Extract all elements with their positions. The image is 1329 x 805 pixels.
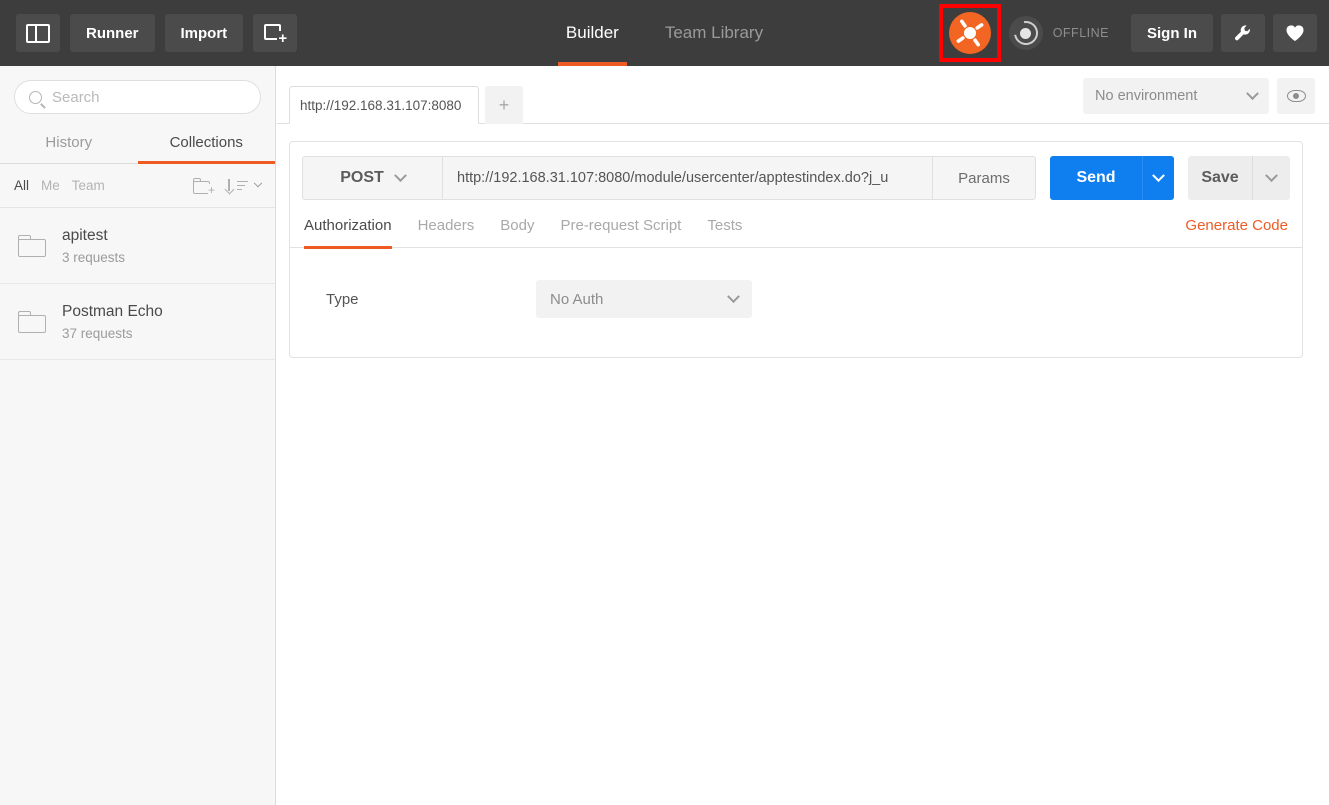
heart-button[interactable] bbox=[1273, 14, 1317, 52]
send-options-button[interactable] bbox=[1142, 156, 1174, 200]
send-button-group: Send bbox=[1050, 156, 1174, 200]
auth-type-value: No Auth bbox=[550, 290, 604, 308]
tab-builder[interactable]: Builder bbox=[557, 0, 627, 66]
sort-icon[interactable] bbox=[225, 178, 263, 193]
request-sub-tabs: Authorization Headers Body Pre-request S… bbox=[290, 204, 1302, 249]
tab-tests[interactable]: Tests bbox=[707, 204, 742, 248]
sidepanel-icon bbox=[26, 23, 50, 43]
save-button-group: Save bbox=[1188, 156, 1290, 200]
chevron-down-icon bbox=[1246, 86, 1259, 100]
collection-request-count: 3 requests bbox=[62, 249, 126, 265]
params-button[interactable]: Params bbox=[932, 156, 1036, 200]
environment-select[interactable]: No environment bbox=[1083, 78, 1269, 114]
request-url-input[interactable]: http://192.168.31.107:8080/module/userce… bbox=[442, 156, 932, 200]
tab-body[interactable]: Body bbox=[500, 204, 534, 248]
postman-logo-icon bbox=[948, 12, 991, 54]
chevron-down-icon bbox=[1265, 168, 1278, 182]
environment-quick-look-button[interactable] bbox=[1277, 78, 1315, 114]
tab-headers[interactable]: Headers bbox=[418, 204, 475, 248]
list-item[interactable]: apitest 3 requests bbox=[0, 208, 275, 284]
tab-pre-request-script[interactable]: Pre-request Script bbox=[560, 204, 681, 248]
auth-type-label: Type bbox=[326, 290, 359, 308]
wrench-icon bbox=[1235, 25, 1250, 41]
eye-icon bbox=[1286, 90, 1306, 102]
chevron-down-icon bbox=[727, 289, 740, 303]
filter-team[interactable]: Team bbox=[72, 178, 105, 193]
sidebar-tab-history[interactable]: History bbox=[0, 122, 138, 163]
top-bar-right-group: OFFLINE Sign In bbox=[938, 0, 1317, 66]
auth-type-select[interactable]: No Auth bbox=[536, 280, 752, 318]
collection-name: Postman Echo bbox=[62, 302, 163, 320]
tab-team-library[interactable]: Team Library bbox=[657, 0, 771, 66]
main-content: http://192.168.31.107:8080 + No environm… bbox=[277, 66, 1329, 805]
folder-icon bbox=[18, 310, 46, 333]
http-method-select[interactable]: POST bbox=[302, 156, 442, 200]
heart-icon bbox=[1286, 25, 1304, 41]
sidepanel-toggle-button[interactable] bbox=[16, 14, 60, 52]
collection-request-count: 37 requests bbox=[62, 325, 133, 341]
search-placeholder: Search bbox=[52, 88, 100, 106]
chevron-down-icon bbox=[1152, 168, 1165, 182]
send-button[interactable]: Send bbox=[1050, 156, 1142, 200]
collection-info: apitest 3 requests bbox=[62, 227, 125, 265]
request-panel: POST http://192.168.31.107:8080/module/u… bbox=[289, 141, 1303, 358]
sidebar-tab-collections[interactable]: Collections bbox=[137, 122, 276, 164]
sidebar: Search History Collections All Me Team +… bbox=[0, 66, 276, 805]
chevron-down-icon bbox=[393, 168, 407, 182]
status-badge: OFFLINE bbox=[1052, 26, 1109, 40]
new-folder-icon[interactable]: + bbox=[193, 177, 215, 196]
search-row: Search bbox=[0, 66, 275, 122]
add-request-tab-button[interactable]: + bbox=[485, 86, 523, 124]
filter-all[interactable]: All bbox=[14, 178, 29, 193]
top-bar-left-group: Runner Import + bbox=[0, 14, 298, 52]
sync-offline-icon[interactable] bbox=[1008, 16, 1043, 50]
import-button[interactable]: Import bbox=[164, 14, 244, 52]
tab-authorization[interactable]: Authorization bbox=[304, 204, 392, 249]
collection-name: apitest bbox=[62, 226, 108, 244]
runner-button[interactable]: Runner bbox=[70, 14, 155, 52]
new-window-icon: + bbox=[264, 23, 289, 46]
list-item[interactable]: Postman Echo 37 requests bbox=[0, 284, 275, 360]
sign-in-button[interactable]: Sign In bbox=[1131, 14, 1213, 52]
save-button[interactable]: Save bbox=[1188, 156, 1252, 200]
http-method-value: POST bbox=[340, 169, 384, 186]
wrench-button[interactable] bbox=[1221, 14, 1265, 52]
search-icon bbox=[29, 90, 42, 104]
request-tab-strip: http://192.168.31.107:8080 + No environm… bbox=[277, 66, 1329, 124]
generate-code-link[interactable]: Generate Code bbox=[1185, 217, 1288, 234]
top-bar: Runner Import + Builder Team Library OFF… bbox=[0, 0, 1329, 66]
environment-selected-value: No environment bbox=[1095, 88, 1198, 104]
request-url-row: POST http://192.168.31.107:8080/module/u… bbox=[290, 142, 1302, 204]
save-options-button[interactable] bbox=[1252, 156, 1290, 200]
postman-logo-button[interactable] bbox=[938, 4, 1001, 62]
collection-filter-row: All Me Team + bbox=[0, 164, 275, 208]
filter-me[interactable]: Me bbox=[41, 178, 60, 193]
authorization-panel: Type No Auth bbox=[290, 248, 1302, 318]
request-tab[interactable]: http://192.168.31.107:8080 bbox=[289, 86, 479, 124]
environment-area: No environment bbox=[1083, 78, 1315, 114]
new-window-button[interactable]: + bbox=[253, 14, 298, 52]
search-input[interactable]: Search bbox=[14, 80, 261, 114]
collection-info: Postman Echo 37 requests bbox=[62, 303, 163, 341]
sidebar-tabs: History Collections bbox=[0, 122, 275, 164]
folder-icon bbox=[18, 234, 46, 257]
